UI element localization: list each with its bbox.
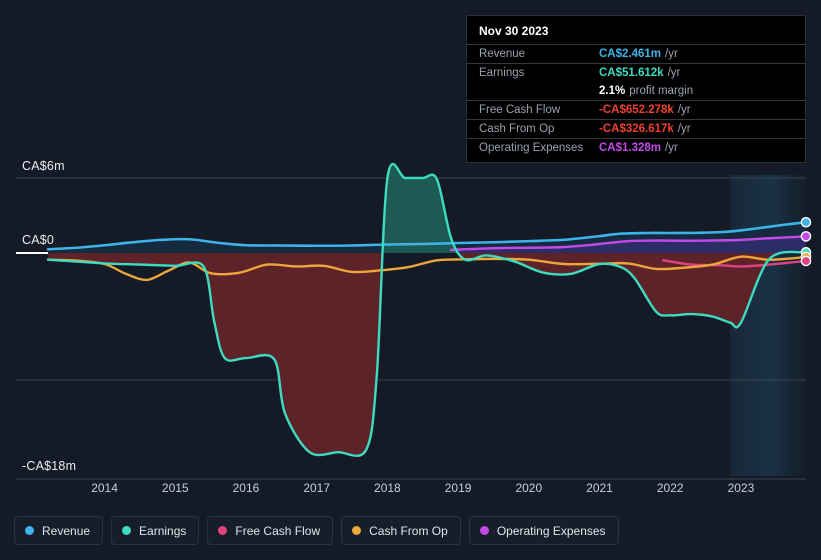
legend-item-earnings[interactable]: Earnings [111,516,200,545]
tooltip-row-unit: profit margin [629,85,694,97]
tooltip-row-value: -CA$326.617k [599,123,674,135]
tooltip-row-value: CA$51.612k [599,67,664,79]
x-axis-tick-2017: 2017 [303,481,331,495]
recent-period-highlight-band [730,175,806,476]
tooltip-row-value: 2.1% [599,85,626,97]
x-axis-tick-2018: 2018 [374,481,401,495]
legend-item-operating-expenses[interactable]: Operating Expenses [468,516,619,545]
free-cash-flow-endpoint-marker[interactable] [800,255,812,267]
tooltip-row-unit: /yr [677,104,691,116]
tooltip-row: Cash From Op -CA$326.617k/yr [467,119,805,138]
tooltip-row-unit: /yr [665,48,678,60]
operating-expenses-endpoint-marker[interactable] [800,231,812,242]
tooltip-row-key: Revenue [479,48,526,60]
tooltip-row-key: Free Cash Flow [479,104,561,116]
tooltip-row-value: CA$2.461m [599,48,662,60]
tooltip-row: Revenue CA$2.461m/yr [467,44,805,63]
x-axis-tick-2020: 2020 [515,481,543,495]
financial-performance-chart: CA$6m CA$0 -CA$18m 2014 2015 2016 2017 2018 2… [0,0,821,560]
legend-item-cash-from-op[interactable]: Cash From Op [341,516,461,545]
y-axis-label-bottom: -CA$18m [22,459,77,473]
x-axis-tick-2014: 2014 [91,481,118,495]
tooltip-row: Earnings CA$51.612k/yr [467,63,805,82]
tooltip-row: 2.1% profit margin [467,82,805,100]
legend-color-dot-icon [122,526,132,535]
x-axis-tick-2019: 2019 [444,481,472,495]
legend-item-label: Cash From Op [369,523,448,538]
tooltip-row: Free Cash Flow -CA$652.278k/yr [467,100,805,119]
legend-item-label: Earnings [139,523,187,538]
x-axis-tick-2015: 2015 [161,481,189,495]
tooltip-rows: Revenue CA$2.461m/yr Earnings CA$51.612k/yr… [467,44,805,157]
tooltip-row-unit: /yr [667,67,681,79]
legend-item-free-cash-flow[interactable]: Free Cash Flow [207,516,334,545]
x-axis-tick-2021: 2021 [586,481,613,495]
x-axis-tick-2016: 2016 [232,481,260,495]
x-axis: 2014 2015 2016 2017 2018 2019 2020 2021 2022 2023 [48,481,806,503]
revenue-endpoint-marker[interactable] [800,216,812,228]
tooltip-row: Operating Expenses CA$1.328m/yr [467,138,805,157]
y-axis-label-top: CA$6m [22,159,65,173]
y-axis-label-zero: CA$0 [22,233,55,247]
legend-item-label: Revenue [42,523,91,538]
legend-item-label: Free Cash Flow [235,523,321,538]
x-axis-tick-2023: 2023 [727,481,755,495]
tooltip-row-key: Earnings [479,67,525,79]
tooltip-row-value: -CA$652.278k [599,104,674,116]
tooltip-date: Nov 30 2023 [479,24,549,38]
tooltip-row-key: Operating Expenses [479,142,584,154]
legend-item-label: Operating Expenses [496,523,606,538]
tooltip-row-value: CA$1.328m [599,142,662,154]
legend-item-revenue[interactable]: Revenue [14,516,104,545]
x-axis-tick-2022: 2022 [656,481,684,495]
legend-color-dot-icon [218,526,228,535]
legend-color-dot-icon [25,526,34,535]
data-tooltip: Nov 30 2023 Revenue CA$2.461m/yr Earnings C… [466,15,806,163]
tooltip-row-unit: /yr [677,123,691,135]
legend-color-dot-icon [352,526,362,535]
chart-legend[interactable]: Revenue Earnings Free Cash Flow Cash From O… [14,516,619,545]
tooltip-row-key: Cash From Op [479,123,555,135]
legend-color-dot-icon [479,526,489,535]
tooltip-row-unit: /yr [665,142,678,154]
